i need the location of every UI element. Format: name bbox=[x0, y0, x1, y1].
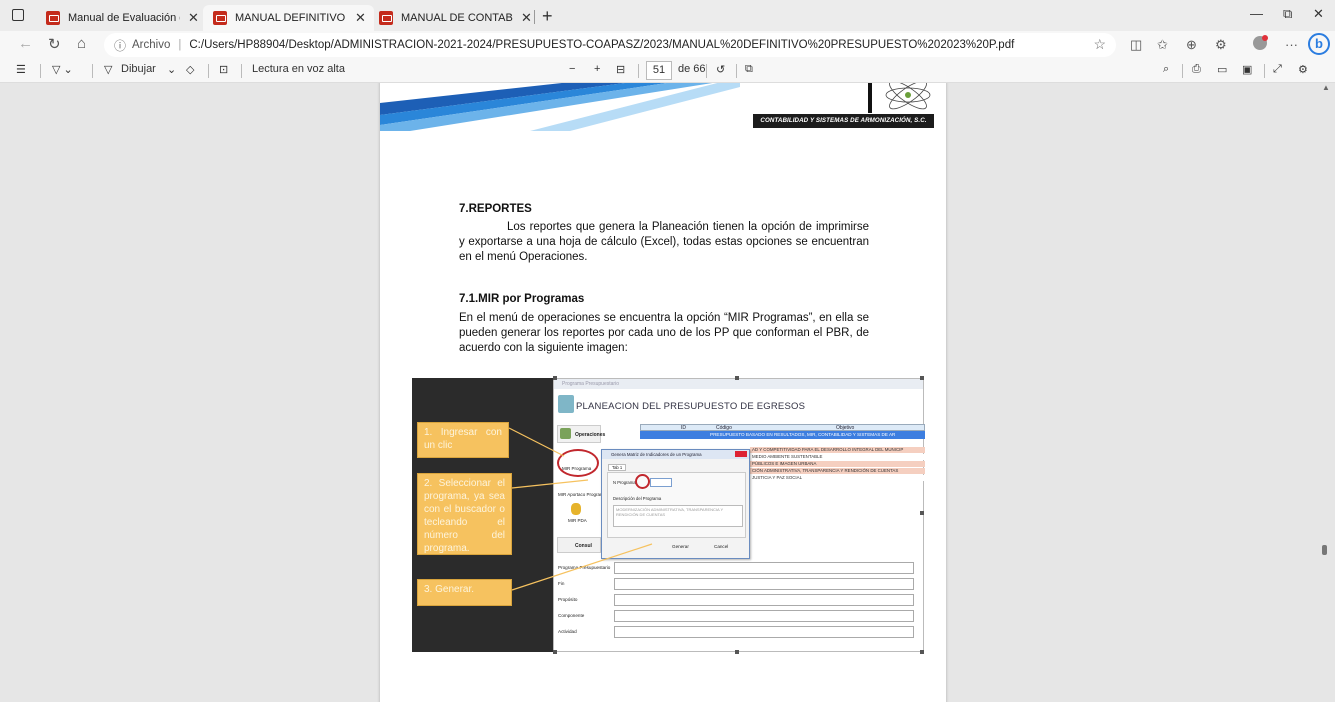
toolbar-divider bbox=[736, 64, 737, 78]
toolbar-divider bbox=[706, 64, 707, 78]
subsection-paragraph: En el menú de operaciones se encuentra l… bbox=[459, 312, 869, 354]
restore-button[interactable]: ⧉ bbox=[1283, 6, 1292, 22]
settings-icon[interactable]: ⚙ bbox=[1298, 63, 1308, 76]
scroll-up-arrow[interactable]: ▲ bbox=[1322, 83, 1330, 92]
fullscreen-icon[interactable]: ⤢ bbox=[1273, 63, 1282, 76]
image-resize-handle bbox=[920, 511, 924, 515]
toolbar-divider bbox=[1182, 64, 1183, 78]
toolbar-divider bbox=[40, 64, 41, 78]
text-icon[interactable]: ⊡ bbox=[219, 63, 228, 76]
address-url: C:/Users/HP88904/Desktop/ADMINISTRACION-… bbox=[189, 39, 1015, 51]
tab-manual-evaluacion[interactable]: Manual de Evaluación de Registr ✕ bbox=[36, 5, 207, 31]
image-resize-handle bbox=[920, 376, 924, 380]
pdf-viewer[interactable]: CONTABILIDAD Y SISTEMAS DE ARMONIZACIÓN,… bbox=[0, 83, 1335, 702]
address-bar-row: ← ↻ ⌂ ⓘ Archivo | C:/Users/HP88904/Deskt… bbox=[0, 31, 1335, 59]
header-stripes bbox=[380, 83, 740, 131]
close-tab-icon[interactable]: ✕ bbox=[355, 10, 366, 26]
window-menu-icon[interactable] bbox=[12, 9, 24, 21]
toolbar-divider bbox=[638, 64, 639, 78]
profile-badge bbox=[1262, 35, 1268, 41]
atom-logo bbox=[885, 83, 931, 110]
close-tab-icon[interactable]: ✕ bbox=[521, 10, 532, 26]
search-icon[interactable]: ⌕ bbox=[1163, 63, 1169, 76]
close-window-button[interactable]: ✕ bbox=[1313, 6, 1324, 22]
pdf-icon bbox=[213, 11, 227, 25]
page-view-icon[interactable]: ⧉ bbox=[745, 63, 753, 76]
section-paragraph: Los reportes que genera la Planeación ti… bbox=[459, 221, 869, 263]
image-resize-handle bbox=[553, 376, 557, 380]
callout-arrows bbox=[508, 427, 653, 591]
refresh-button[interactable]: ↻ bbox=[48, 35, 61, 53]
draw-dropdown-icon[interactable]: ⌄ bbox=[167, 63, 176, 76]
minimize-button[interactable]: — bbox=[1250, 6, 1263, 21]
new-tab-button[interactable]: + bbox=[542, 6, 553, 27]
tab-divider bbox=[534, 10, 535, 24]
image-resize-handle bbox=[735, 376, 739, 380]
tab-label: MANUAL DE CONTABILIDAD DE bbox=[401, 12, 513, 24]
section-heading: 7.REPORTES bbox=[459, 203, 532, 215]
favorites-icon[interactable]: ✩ bbox=[1157, 37, 1168, 53]
info-icon[interactable]: ⓘ bbox=[114, 37, 126, 54]
tab-label: Manual de Evaluación de Registr bbox=[68, 12, 180, 24]
tab-strip: Manual de Evaluación de Registr ✕ MANUAL… bbox=[0, 0, 1335, 31]
address-input[interactable]: ⓘ Archivo | C:/Users/HP88904/Desktop/ADM… bbox=[104, 33, 1116, 57]
address-divider: | bbox=[178, 39, 182, 51]
toolbar-divider bbox=[241, 64, 242, 78]
tab-label: MANUAL DEFINITIVO PRESUPU bbox=[235, 12, 347, 24]
header-stripes-graphic bbox=[380, 83, 740, 131]
favorite-star-icon[interactable]: ☆ bbox=[1093, 36, 1106, 53]
collections-icon[interactable]: ⊕ bbox=[1186, 37, 1197, 53]
image-resize-handle bbox=[553, 650, 557, 654]
toolbar-divider bbox=[92, 64, 93, 78]
subsection-heading: 7.1.MIR por Programas bbox=[459, 293, 585, 305]
scrollbar-thumb[interactable] bbox=[1322, 545, 1327, 555]
image-resize-handle bbox=[735, 650, 739, 654]
image-resize-handle bbox=[920, 650, 924, 654]
pdf-page: CONTABILIDAD Y SISTEMAS DE ARMONIZACIÓN,… bbox=[380, 83, 946, 702]
zoom-out-button[interactable]: − bbox=[569, 63, 575, 75]
tab-manual-contabilidad[interactable]: MANUAL DE CONTABILIDAD DE ✕ bbox=[369, 5, 540, 31]
header-company-band: CONTABILIDAD Y SISTEMAS DE ARMONIZACIÓN,… bbox=[753, 114, 934, 128]
more-options-icon[interactable]: ··· bbox=[1285, 37, 1298, 52]
draw-icon[interactable]: ▽ bbox=[104, 63, 112, 76]
draw-button[interactable]: Dibujar bbox=[121, 63, 156, 75]
extensions-icon[interactable]: ⚙ bbox=[1215, 37, 1227, 53]
print-icon[interactable]: ⎙ bbox=[1192, 63, 1201, 76]
highlight-icon[interactable]: ▽ ⌄ bbox=[52, 63, 73, 76]
embedded-screenshot: 1. Ingresar con un clic 2. Seleccionar e… bbox=[412, 376, 925, 654]
save-icon[interactable]: ▭ bbox=[1217, 63, 1227, 76]
zoom-in-button[interactable]: + bbox=[594, 63, 600, 75]
close-tab-icon[interactable]: ✕ bbox=[188, 10, 199, 26]
fit-page-icon[interactable]: ⊟ bbox=[616, 63, 625, 76]
copilot-button[interactable]: b bbox=[1308, 33, 1330, 55]
split-screen-icon[interactable]: ◫ bbox=[1130, 37, 1142, 53]
back-button[interactable]: ← bbox=[18, 35, 33, 52]
pdf-icon bbox=[46, 11, 60, 25]
contents-icon[interactable]: ☰ bbox=[16, 63, 26, 76]
toolbar-divider bbox=[208, 64, 209, 78]
read-aloud-button[interactable]: Lectura en voz alta bbox=[252, 63, 345, 75]
pdf-toolbar: ☰ ▽ ⌄ ▽ Dibujar ⌄ ◇ ⊡ Lectura en voz alt… bbox=[0, 59, 1335, 83]
tab-manual-definitivo[interactable]: MANUAL DEFINITIVO PRESUPU ✕ bbox=[203, 5, 374, 31]
save-as-icon[interactable]: ▣ bbox=[1242, 63, 1252, 76]
eraser-icon[interactable]: ◇ bbox=[186, 63, 194, 76]
pdf-icon bbox=[379, 11, 393, 25]
page-total: de 66 bbox=[678, 63, 706, 75]
address-scheme: Archivo bbox=[132, 39, 171, 51]
page-number-input[interactable]: 51 bbox=[646, 61, 672, 80]
home-button[interactable]: ⌂ bbox=[77, 35, 86, 52]
toolbar-divider bbox=[1264, 64, 1265, 78]
rotate-icon[interactable]: ↺ bbox=[716, 63, 725, 76]
